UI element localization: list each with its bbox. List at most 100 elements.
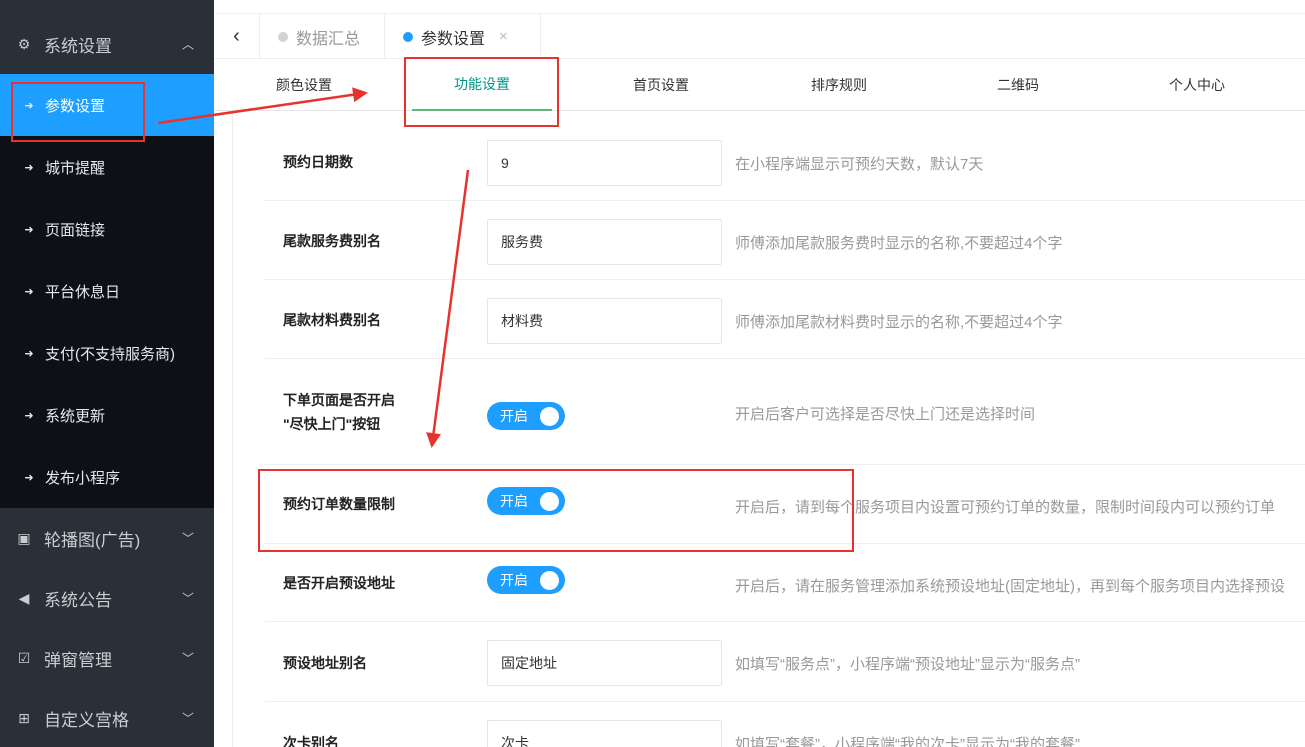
subtab-home[interactable]: 首页设置: [611, 59, 711, 111]
subtab-qrcode[interactable]: 二维码: [968, 59, 1068, 111]
form-hint: 师傅添加尾款材料费时显示的名称,不要超过4个字: [735, 314, 1063, 331]
sidebar-group-popup[interactable]: ☑ 弹窗管理 ﹀: [0, 628, 214, 688]
form-hint: 在小程序端显示可预约天数，默认7天: [735, 156, 984, 173]
login-arrow-icon: ➜: [24, 99, 34, 112]
preset-address-alias-input[interactable]: 固定地址: [487, 640, 722, 686]
form-hint: 开启后客户可选择是否尽快上门还是选择时间: [735, 406, 1036, 423]
speaker-icon: ◀: [18, 589, 30, 606]
form-hint: 如填写“套餐”，小程序端“我的次卡”显示为“我的套餐”: [735, 736, 1080, 747]
login-arrow-icon: ➜: [24, 347, 34, 360]
switch-knob: [540, 571, 559, 590]
form-label-line: 下单页面是否开启: [283, 392, 395, 408]
login-arrow-icon: ➜: [24, 471, 34, 484]
sidebar-group-label: 系统设置: [44, 36, 112, 56]
sitemap-icon: ⊞: [18, 709, 30, 726]
card-alias-input[interactable]: 次卡: [487, 720, 722, 747]
form-label: 预设地址别名: [283, 655, 367, 671]
sidebar-group-label: 系统公告: [44, 590, 112, 610]
subtab-profile[interactable]: 个人中心: [1147, 59, 1247, 111]
preset-address-switch[interactable]: 开启: [487, 566, 565, 594]
subtab-sort[interactable]: 排序规则: [789, 59, 889, 111]
sidebar-item-label: 平台休息日: [45, 283, 121, 301]
form-row-preset-address-alias: 预设地址别名 固定地址 如填写“服务点”，小程序端“预设地址”显示为“服务点”: [265, 622, 1305, 702]
gear-icon: ⚙: [17, 35, 31, 52]
sidebar-group-system[interactable]: ⚙ 系统设置 ︿: [0, 14, 214, 74]
sidebar-item-label: 支付(不支持服务商): [45, 345, 175, 363]
sidebar-item-label: 参数设置: [45, 97, 106, 115]
form-hint: 开启后，请到每个服务项目内设置可预约订单的数量，限制时间段内可以预约订单: [735, 499, 1276, 516]
form-hint: 师傅添加尾款服务费时显示的名称,不要超过4个字: [735, 235, 1063, 252]
image-icon: ▣: [17, 529, 31, 546]
sidebar-top-strip: [0, 0, 214, 14]
login-arrow-icon: ➜: [24, 285, 34, 298]
back-button[interactable]: ‹: [214, 14, 260, 59]
login-arrow-icon: ➜: [24, 223, 34, 236]
sidebar-group-notice[interactable]: ◀ 系统公告 ﹀: [0, 568, 214, 628]
login-arrow-icon: ➜: [24, 161, 34, 174]
service-fee-alias-input[interactable]: 服务费: [487, 219, 722, 265]
sidebar-item-params[interactable]: ➜ 参数设置: [0, 74, 214, 136]
switch-knob: [540, 407, 559, 426]
sidebar-submenu: ➜ 参数设置 ➜ 城市提醒 ➜ 页面链接 ➜ 平台休息日 ➜ 支付(不支持服务商…: [0, 74, 214, 508]
chevron-left-icon: ‹: [233, 25, 240, 47]
switch-knob: [540, 492, 559, 511]
tab-data-summary[interactable]: 数据汇总: [278, 14, 360, 59]
subtab-color[interactable]: 颜色设置: [254, 59, 354, 111]
settings-subtabs: 颜色设置 功能设置 首页设置 排序规则 二维码 个人中心: [214, 59, 1305, 111]
close-icon[interactable]: ×: [499, 28, 508, 45]
form-label-line: "尽快上门"按钮: [283, 416, 381, 432]
switch-text: 开启: [500, 408, 528, 424]
sidebar-group-grid[interactable]: ⊞ 自定义宫格 ﹀: [0, 688, 214, 747]
form-hint: 如填写“服务点”，小程序端“预设地址”显示为“服务点”: [735, 656, 1080, 673]
form-row-asap-button: 下单页面是否开启 "尽快上门"按钮 开启 开启后客户可选择是否尽快上门还是选择时…: [265, 359, 1305, 465]
form-row-service-fee-alias: 尾款服务费别名 服务费 师傅添加尾款服务费时显示的名称,不要超过4个字: [265, 201, 1305, 280]
chevron-up-icon: ︿: [181, 37, 194, 52]
top-tab-bar: ‹ 数据汇总 参数设置 ×: [214, 0, 1305, 59]
booking-days-input[interactable]: 9: [487, 140, 722, 186]
sidebar-item-label: 城市提醒: [45, 159, 106, 177]
sidebar-group-label: 自定义宫格: [44, 710, 129, 730]
form-row-card-alias: 次卡别名 次卡 如填写“套餐”，小程序端“我的次卡”显示为“我的套餐”: [265, 702, 1305, 747]
tab-label: 参数设置: [421, 30, 486, 48]
tab-dot-icon: [403, 31, 413, 42]
form-label: 尾款服务费别名: [283, 233, 381, 249]
chevron-down-icon: ﹀: [181, 651, 194, 666]
material-fee-alias-input[interactable]: 材料费: [487, 298, 722, 344]
checkbox-icon: ☑: [17, 649, 31, 666]
sidebar-group-label: 轮播图(广告): [44, 530, 141, 550]
form-label: 预约订单数量限制: [283, 496, 395, 512]
switch-text: 开启: [500, 493, 528, 509]
form-label: 是否开启预设地址: [283, 575, 395, 591]
sidebar-item-publish[interactable]: ➜ 发布小程序: [0, 446, 214, 508]
sidebar-item-holidays[interactable]: ➜ 平台休息日: [0, 260, 214, 322]
subtab-function[interactable]: 功能设置: [412, 59, 552, 111]
form-row-booking-days: 预约日期数 9 在小程序端显示可预约天数，默认7天: [265, 122, 1305, 201]
form-hint: 开启后，请在服务管理添加系统预设地址(固定地址)，再到每个服务项目内选择预设: [735, 578, 1285, 595]
sidebar-item-system-update[interactable]: ➜ 系统更新: [0, 384, 214, 446]
sidebar: ⚙ 系统设置 ︿ ➜ 参数设置 ➜ 城市提醒 ➜ 页面链接 ➜ 平台休息日 ➜ …: [0, 0, 214, 747]
sidebar-item-page-links[interactable]: ➜ 页面链接: [0, 198, 214, 260]
form-row-preset-address: 是否开启预设地址 开启 开启后，请在服务管理添加系统预设地址(固定地址)，再到每…: [265, 544, 1305, 622]
sidebar-item-label: 页面链接: [45, 221, 106, 239]
form-label: 下单页面是否开启 "尽快上门"按钮: [283, 388, 395, 436]
login-arrow-icon: ➜: [24, 409, 34, 422]
chevron-down-icon: ﹀: [181, 531, 194, 546]
form-row-material-fee-alias: 尾款材料费别名 材料费 师傅添加尾款材料费时显示的名称,不要超过4个字: [265, 280, 1305, 359]
sidebar-item-label: 发布小程序: [45, 469, 121, 487]
asap-button-switch[interactable]: 开启: [487, 402, 565, 430]
sidebar-item-city-reminder[interactable]: ➜ 城市提醒: [0, 136, 214, 198]
chevron-down-icon: ﹀: [181, 591, 194, 606]
sidebar-item-payment[interactable]: ➜ 支付(不支持服务商): [0, 322, 214, 384]
sidebar-item-label: 系统更新: [45, 407, 106, 425]
switch-text: 开启: [500, 572, 528, 588]
tab-label: 数据汇总: [296, 30, 361, 48]
top-strip: [214, 0, 1305, 14]
tab-dot-icon: [278, 31, 288, 42]
sidebar-group-label: 弹窗管理: [44, 650, 112, 670]
form-row-order-limit: 预约订单数量限制 开启 开启后，请到每个服务项目内设置可预约订单的数量，限制时间…: [265, 465, 1305, 544]
tab-params[interactable]: 参数设置 ×: [384, 14, 541, 59]
sidebar-group-banner[interactable]: ▣ 轮播图(广告) ﹀: [0, 508, 214, 568]
form-label: 预约日期数: [283, 154, 353, 170]
form-label: 尾款材料费别名: [283, 312, 381, 328]
order-limit-switch[interactable]: 开启: [487, 487, 565, 515]
